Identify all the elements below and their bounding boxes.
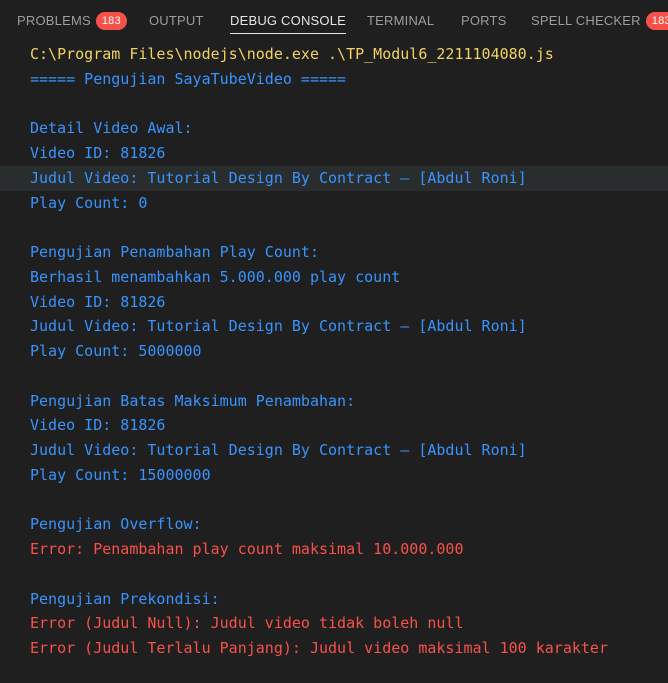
console-line: Play Count: 15000000 [30, 465, 211, 484]
spell-checker-count-badge: 183 [645, 11, 668, 30]
bottom-panel: PROBLEMS 183 OUTPUT DEBUG CONSOLE TERMIN… [0, 0, 668, 683]
console-line: Error (Judul Null): Judul video tidak bo… [30, 614, 464, 633]
console-line: Play Count: 0 [30, 193, 148, 212]
console-line: Pengujian Penambahan Play Count: [30, 243, 319, 261]
console-line: Play Count: 5000000 [30, 342, 202, 360]
tab-problems[interactable]: PROBLEMS 183 [17, 0, 127, 41]
console-line: Judul Video: Tutorial Design By Contract… [30, 441, 527, 459]
tab-terminal[interactable]: TERMINAL [367, 0, 434, 41]
tab-spell-checker[interactable]: SPELL CHECKER 183 [531, 0, 668, 41]
console-line: Error (Judul Terlalu Panjang): Judul vid… [30, 639, 608, 657]
tab-problems-label: PROBLEMS [17, 13, 91, 28]
console-line: Judul Video: Tutorial Design By Contract… [30, 317, 527, 336]
tab-ports[interactable]: PORTS [461, 0, 507, 41]
console-line: ===== Pengujian SayaTubeVideo ===== [30, 69, 347, 88]
console-line: Pengujian Overflow: [30, 515, 202, 534]
tab-terminal-label: TERMINAL [367, 13, 435, 28]
console-line: Video ID: 81826 [30, 416, 166, 435]
console-line: Detail Video Awal: [30, 119, 193, 138]
tab-ports-label: PORTS [461, 13, 507, 28]
tab-output-label: OUTPUT [149, 13, 204, 28]
panel-tab-bar: PROBLEMS 183 OUTPUT DEBUG CONSOLE TERMIN… [0, 0, 668, 41]
console-line: Pengujian Batas Maksimum Penambahan: [30, 391, 356, 410]
problems-count-badge: 183 [95, 11, 127, 30]
console-line: C:\Program Files\nodejs\node.exe .\TP_Mo… [30, 45, 554, 63]
console-line: Berhasil menambahkan 5.000.000 play coun… [30, 267, 401, 286]
console-line: Video ID: 81826 [30, 292, 166, 311]
tab-debug-console[interactable]: DEBUG CONSOLE [230, 0, 347, 41]
tab-output[interactable]: OUTPUT [149, 0, 204, 41]
console-line: Video ID: 81826 [30, 144, 166, 162]
console-line: Judul Video: Tutorial Design By Contract… [0, 165, 668, 191]
debug-console-output[interactable]: C:\Program Files\nodejs\node.exe .\TP_Mo… [0, 41, 668, 683]
console-line: Pengujian Prekondisi: [30, 589, 220, 608]
tab-spell-checker-label: SPELL CHECKER [531, 13, 641, 28]
tab-debug-console-label: DEBUG CONSOLE [230, 13, 347, 28]
console-line: Error: Penambahan play count maksimal 10… [30, 540, 464, 558]
